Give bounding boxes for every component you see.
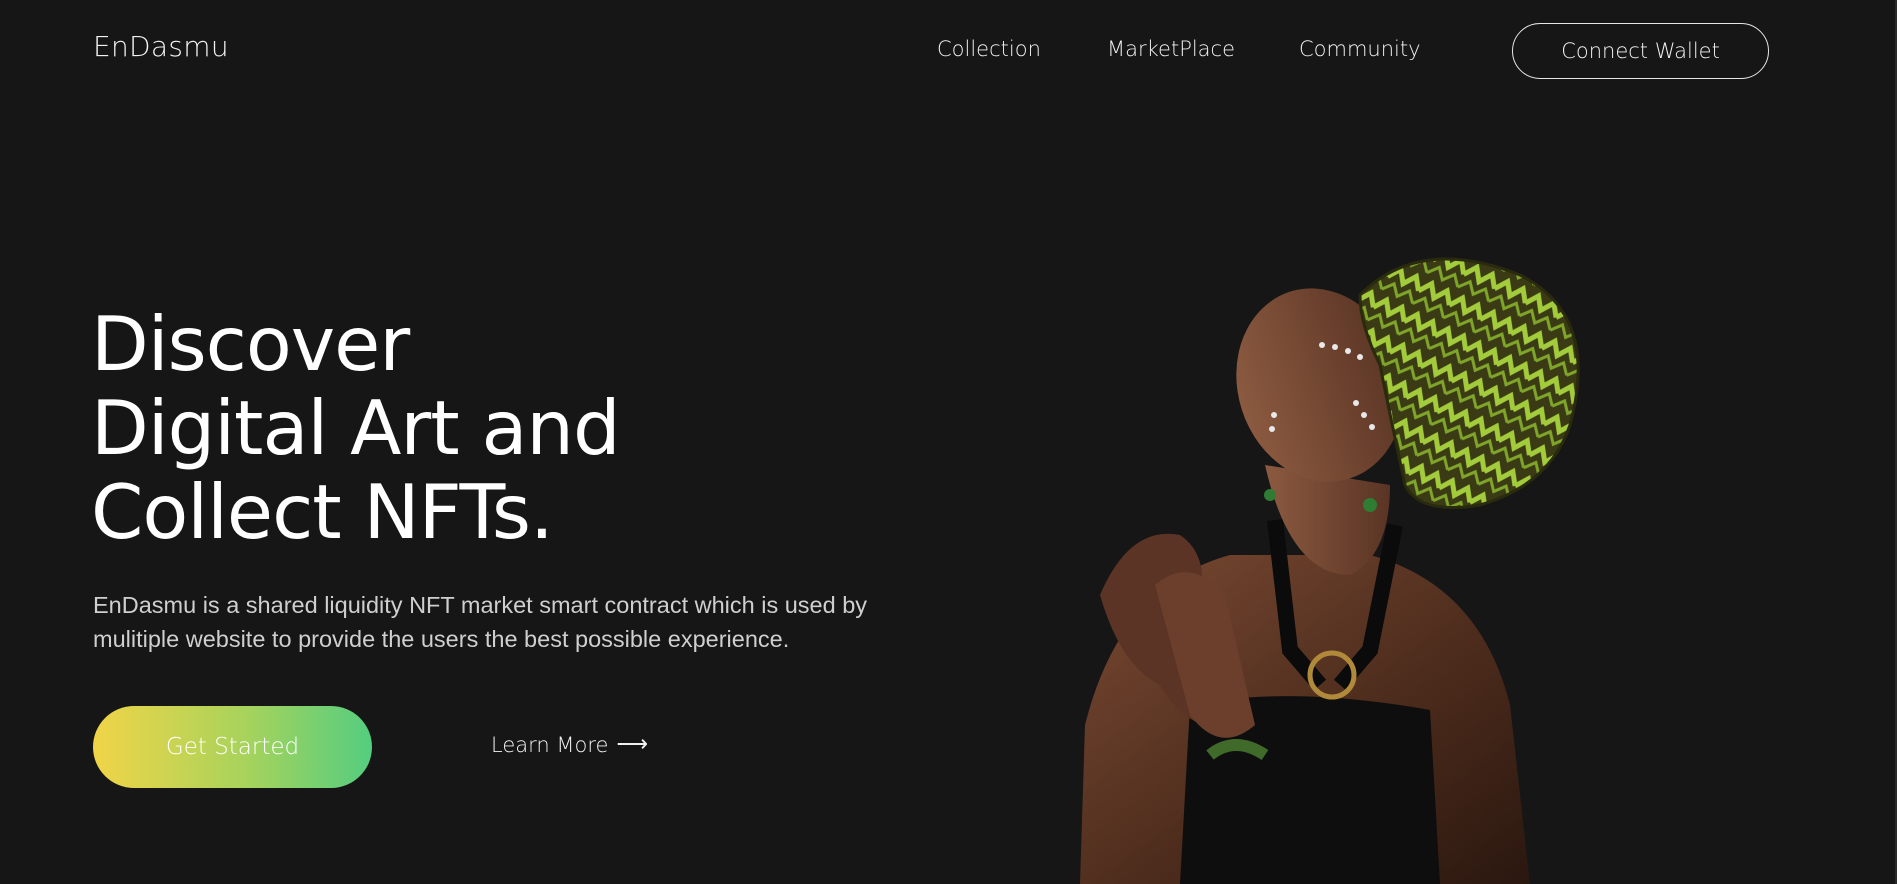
nav-link-collection[interactable]: Collection	[937, 37, 1041, 61]
learn-more-link[interactable]: Learn More ⟶	[491, 732, 648, 757]
connect-wallet-button[interactable]: Connect Wallet	[1512, 23, 1769, 79]
learn-more-label: Learn More	[491, 732, 609, 757]
landing-page: EnDasmu Collection MarketPlace Community…	[0, 0, 1897, 884]
hero-title-line: Discover	[91, 300, 410, 388]
hero-portrait-image	[1080, 257, 1580, 884]
nav-link-marketplace[interactable]: MarketPlace	[1107, 37, 1235, 61]
arrow-right-icon: ⟶	[616, 732, 648, 757]
hero-title-line: Collect NFTs.	[91, 468, 554, 556]
hero-description-line: EnDasmu is a shared liquidity NFT market…	[93, 592, 868, 618]
hero-title: Discover Digital Art and Collect NFTs.	[91, 302, 811, 554]
nav-link-community[interactable]: Community	[1299, 37, 1421, 61]
hero-description-line: mulitiple website to provide the users t…	[93, 626, 790, 652]
hero-description: EnDasmu is a shared liquidity NFT market…	[93, 588, 913, 656]
get-started-button[interactable]: Get Started	[93, 706, 372, 788]
hero-title-line: Digital Art and	[91, 384, 621, 472]
